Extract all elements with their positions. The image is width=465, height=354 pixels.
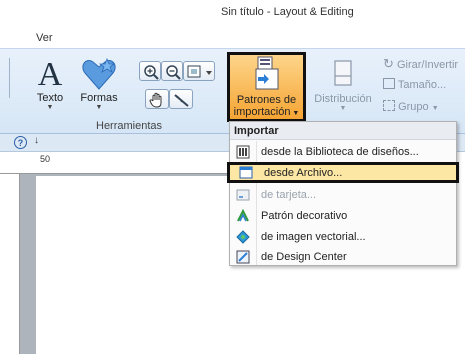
import-patterns-label: Patrones de importación ▼	[230, 94, 303, 120]
menu-item-label: Patrón decorativo	[261, 210, 348, 222]
help-icon[interactable]: ?	[14, 136, 27, 149]
chevron-down-icon: ▼	[95, 104, 103, 111]
horizontal-ruler: 50	[0, 152, 232, 174]
girar-invertir-button[interactable]: ↻ Girar/Invertir	[383, 56, 458, 72]
menu-item-decorative[interactable]: Patrón decorativo	[230, 206, 456, 227]
zoom-in-icon	[144, 65, 159, 80]
ruler-mark: 50	[40, 154, 51, 164]
menu-item-label: desde Archivo...	[264, 167, 343, 179]
design-page[interactable]	[36, 176, 232, 354]
title-bar: Sin título - Layout & Editing	[0, 0, 465, 28]
menu-item-label: desde la Biblioteca de diseños...	[261, 146, 419, 158]
resize-icon	[383, 78, 395, 89]
decorative-icon	[237, 209, 249, 222]
grupo-label: Grupo	[398, 101, 429, 113]
window-title: Sin título - Layout & Editing	[221, 6, 354, 18]
distribucion-label: Distribución	[314, 93, 372, 105]
tab-ver[interactable]: Ver	[36, 32, 53, 44]
chevron-down-icon: ▼	[290, 110, 300, 117]
zoom-in-button[interactable]	[139, 61, 161, 81]
menu-item-from-file[interactable]: desde Archivo...	[227, 162, 459, 183]
menu-item-label: de Design Center	[261, 251, 347, 263]
chevron-down-icon: ▼	[431, 105, 439, 112]
menu-item-label: de imagen vectorial...	[261, 231, 366, 243]
zoom-options-button[interactable]	[183, 61, 215, 81]
vertical-ruler	[0, 174, 20, 354]
zoom-out-button[interactable]	[161, 61, 183, 81]
grupo-button[interactable]: Grupo ▼	[383, 100, 439, 113]
texto-button[interactable]: A Texto ▼	[28, 58, 72, 112]
texto-label: Texto	[36, 92, 64, 104]
menu-item-vector[interactable]: de imagen vectorial...	[230, 227, 456, 248]
zoom-fit-icon	[187, 65, 212, 78]
formas-label: Formas	[80, 92, 118, 104]
measure-icon	[174, 94, 189, 107]
measure-button[interactable]	[169, 89, 193, 109]
import-patterns-button[interactable]: Patrones de importación ▼	[227, 52, 306, 122]
library-icon	[236, 145, 250, 159]
group-icon	[383, 100, 395, 111]
hand-icon	[149, 92, 162, 108]
layout-icon	[334, 60, 352, 86]
tamano-button[interactable]: Tamaño...	[383, 78, 446, 91]
import-dropdown-menu: Importar desde la Biblioteca de diseños.…	[227, 121, 459, 268]
menu-item-label: de tarjeta...	[261, 189, 317, 201]
menu-item-card[interactable]: de tarjeta...	[230, 185, 456, 206]
girar-label: Girar/Invertir	[396, 59, 459, 71]
pan-hand-button[interactable]	[145, 89, 169, 109]
tamano-label: Tamaño...	[397, 79, 447, 91]
distribucion-button[interactable]: Distribución ▼	[313, 58, 373, 113]
menu-item-library[interactable]: desde la Biblioteca de diseños...	[230, 142, 456, 163]
design-center-icon	[236, 250, 250, 264]
menu-header: Importar	[230, 122, 456, 140]
import-patterns-label-line1: Patrones de	[236, 94, 297, 106]
ribbon-tab-bar: Ver	[0, 28, 465, 50]
file-icon	[239, 166, 253, 179]
formas-button[interactable]: Formas ▼	[75, 55, 123, 112]
chevron-down-icon: ▼	[339, 105, 347, 112]
import-patterns-label-line2: importación	[233, 106, 291, 118]
heart-star-icon	[82, 57, 116, 90]
text-a-icon: A	[37, 56, 63, 93]
vector-icon	[236, 230, 250, 244]
left-edge-partial-button[interactable]	[0, 58, 10, 98]
zoom-out-icon	[166, 65, 181, 80]
card-icon	[236, 189, 250, 201]
import-patterns-icon	[255, 56, 279, 90]
qat-dropdown-icon[interactable]: ↓	[34, 135, 39, 146]
group-label-herramientas: Herramientas	[96, 120, 163, 132]
menu-item-design-center[interactable]: de Design Center	[230, 247, 456, 268]
chevron-down-icon: ▼	[46, 104, 54, 111]
rotate-icon: ↻	[383, 56, 394, 71]
